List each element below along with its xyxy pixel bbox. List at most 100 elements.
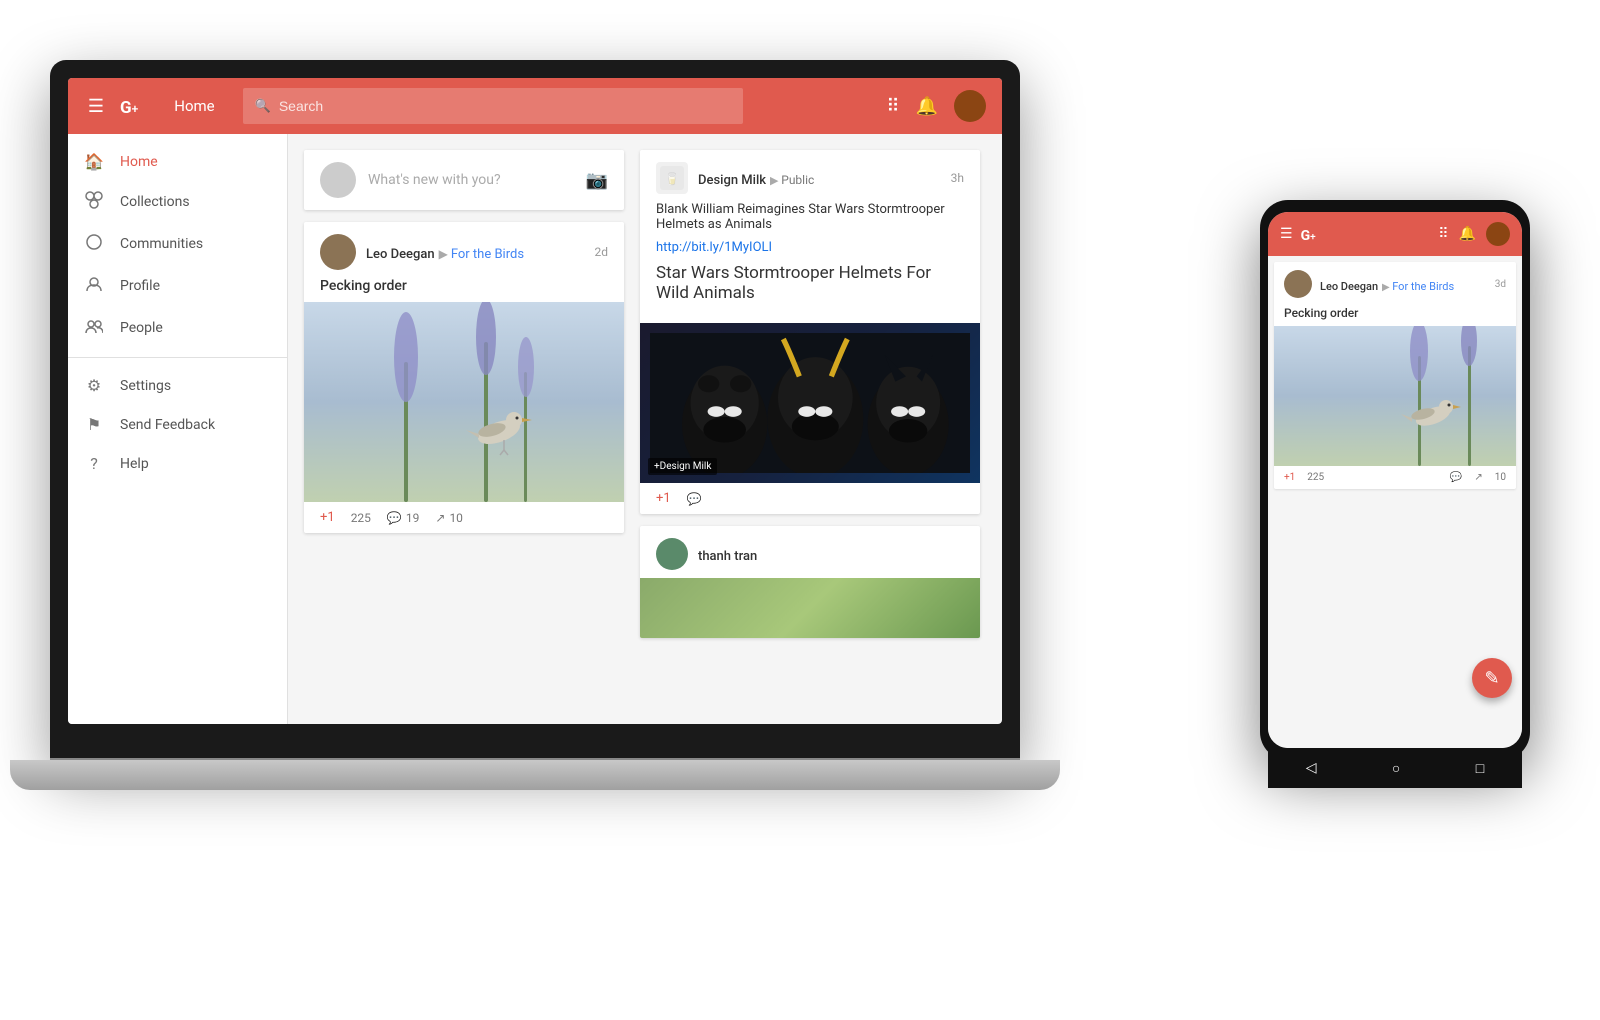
- post-time-2: 3h: [951, 171, 964, 185]
- sidebar-item-collections[interactable]: Collections: [68, 181, 287, 223]
- photo-icon[interactable]: 📷: [586, 170, 608, 191]
- phone-post-collection[interactable]: For the Birds: [1392, 280, 1454, 293]
- sidebar-people-label: People: [120, 320, 163, 336]
- sidebar-communities-label: Communities: [120, 236, 203, 252]
- sidebar-item-feedback[interactable]: ⚑ Send Feedback: [68, 405, 287, 444]
- post-link-2[interactable]: http://bit.ly/1MyIOLI: [656, 240, 772, 255]
- laptop: ☰ G+ Home 🔍 ⠿ 🔔: [50, 60, 1020, 900]
- notifications-icon[interactable]: 🔔: [916, 96, 938, 117]
- post-meta-1: Leo Deegan ▶ For the Birds: [366, 243, 584, 262]
- post-meta-2: Design Milk ▶ Public: [698, 169, 941, 188]
- post-actions-2: +1 💬: [640, 483, 980, 514]
- share-icon-1: ↗: [435, 511, 445, 525]
- comment-count-1: 19: [406, 511, 420, 525]
- phone-home-button[interactable]: ○: [1392, 760, 1400, 777]
- phone-post-meta: Leo Deegan ▶ For the Birds: [1320, 275, 1487, 294]
- compose-avatar: [320, 162, 356, 198]
- post-author-2[interactable]: Design Milk: [698, 173, 766, 188]
- phone-fab-button[interactable]: ✎: [1472, 658, 1512, 698]
- post-card-3: thanh tran: [640, 526, 980, 638]
- sidebar-help-label: Help: [120, 456, 149, 472]
- post-actions-1: +1 225 💬 19 ↗: [304, 502, 624, 533]
- post-title-1: Pecking order: [304, 278, 624, 302]
- sidebar: 🏠 Home Collections: [68, 134, 288, 724]
- compose-card: What's new with you? 📷: [304, 150, 624, 210]
- phone-menu-icon[interactable]: ☰: [1280, 226, 1293, 242]
- phone-back-button[interactable]: ◁: [1306, 760, 1317, 776]
- people-icon: [84, 317, 104, 339]
- google-plus-symbol: +: [132, 102, 139, 116]
- sidebar-home-label: Home: [120, 154, 158, 170]
- phone-comment-icon[interactable]: 💬: [1450, 472, 1462, 483]
- gplus-app: ☰ G+ Home 🔍 ⠿ 🔔: [68, 78, 1002, 724]
- phone-post-time: 3d: [1495, 279, 1506, 290]
- home-icon: 🏠: [84, 152, 104, 171]
- sidebar-settings-label: Settings: [120, 378, 171, 394]
- phone-apps-icon[interactable]: ⠿: [1438, 226, 1448, 242]
- helmet-scene: +Design Milk: [640, 323, 980, 483]
- bird-scene: [304, 302, 624, 502]
- plus-button-1[interactable]: +1: [320, 510, 335, 525]
- phone-topbar-right: ⠿ 🔔: [1438, 222, 1510, 246]
- plus-button-2[interactable]: +1: [656, 491, 671, 506]
- home-nav-label[interactable]: Home: [174, 97, 214, 115]
- settings-icon: ⚙: [84, 376, 104, 395]
- post-time-1: 2d: [594, 245, 608, 259]
- sidebar-item-communities[interactable]: Communities: [68, 223, 287, 265]
- phone-post-author[interactable]: Leo Deegan: [1320, 280, 1378, 293]
- comment-button-2[interactable]: 💬: [687, 492, 702, 506]
- phone-user-avatar[interactable]: [1486, 222, 1510, 246]
- sidebar-item-settings[interactable]: ⚙ Settings: [68, 366, 287, 405]
- phone-bird-scene: [1274, 326, 1516, 466]
- post-meta-3: thanh tran: [698, 545, 964, 564]
- menu-icon[interactable]: ☰: [84, 96, 108, 117]
- phone-plus-one-label[interactable]: +1: [1284, 472, 1295, 483]
- phone-notif-icon[interactable]: 🔔: [1459, 226, 1476, 242]
- post-avatar-3: [656, 538, 688, 570]
- right-feed-column: 🥛 Design Milk ▶ Public 3h: [640, 150, 980, 708]
- phone-post-card: Leo Deegan ▶ For the Birds 3d Pecking or…: [1274, 262, 1516, 489]
- search-input[interactable]: [279, 98, 731, 114]
- main-area: 🏠 Home Collections: [68, 134, 1002, 724]
- topbar-right-actions: ⠿ 🔔: [886, 90, 986, 122]
- phone-plus: +: [1310, 232, 1316, 243]
- comment-button-1[interactable]: 💬 19: [387, 511, 419, 525]
- profile-icon: [84, 275, 104, 297]
- scene: ☰ G+ Home 🔍 ⠿ 🔔: [0, 0, 1600, 1020]
- phone-share-icon[interactable]: ↗: [1474, 472, 1482, 483]
- phone-post-image: [1274, 326, 1516, 466]
- phone-recents-button[interactable]: □: [1476, 760, 1484, 777]
- sidebar-item-people[interactable]: People: [68, 307, 287, 349]
- post-header-3: thanh tran: [640, 526, 980, 578]
- post-image-1: [304, 302, 624, 502]
- laptop-body: ☰ G+ Home 🔍 ⠿ 🔔: [50, 60, 1020, 760]
- phone-share-count: 10: [1495, 472, 1506, 483]
- plus-one-icon-2: +1: [656, 491, 671, 506]
- post-header-2: 🥛 Design Milk ▶ Public 3h: [640, 150, 980, 202]
- post-card-1: Leo Deegan ▶ For the Birds 2d Pecking or…: [304, 222, 624, 533]
- post-author-3[interactable]: thanh tran: [698, 549, 757, 564]
- search-bar[interactable]: 🔍: [243, 88, 743, 124]
- phone: ☰ G+ ⠿ 🔔 Leo Deegan: [1260, 200, 1530, 760]
- plus-count-1: 225: [351, 511, 371, 525]
- stormtrooper-image: +Design Milk: [640, 323, 980, 483]
- share-button-1[interactable]: ↗ 10: [435, 511, 463, 525]
- svg-text:🥛: 🥛: [665, 172, 680, 186]
- post-headline-2: Blank William Reimagines Star Wars Storm…: [656, 202, 964, 232]
- phone-bottom-bar: ◁ ○ □: [1268, 748, 1522, 788]
- apps-grid-icon[interactable]: ⠿: [886, 96, 899, 117]
- share-count-1: 10: [449, 511, 463, 525]
- sidebar-collections-label: Collections: [120, 194, 190, 210]
- post-author-1[interactable]: Leo Deegan: [366, 247, 435, 262]
- post-collection-1[interactable]: For the Birds: [451, 247, 524, 262]
- help-icon: ?: [84, 454, 104, 473]
- sidebar-item-home[interactable]: 🏠 Home: [68, 142, 287, 181]
- sidebar-profile-label: Profile: [120, 278, 160, 294]
- google-g: G: [120, 98, 132, 118]
- compose-placeholder[interactable]: What's new with you?: [368, 172, 574, 188]
- sidebar-item-help[interactable]: ? Help: [68, 444, 287, 483]
- sidebar-item-profile[interactable]: Profile: [68, 265, 287, 307]
- design-milk-badge: +Design Milk: [648, 458, 717, 475]
- user-avatar[interactable]: [954, 90, 986, 122]
- post-content-2: Blank William Reimagines Star Wars Storm…: [640, 202, 980, 315]
